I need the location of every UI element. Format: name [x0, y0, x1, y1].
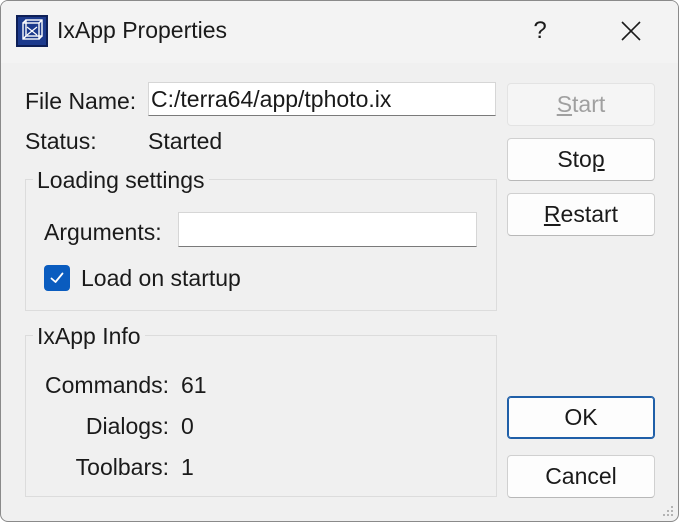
restart-label: estart: [560, 201, 619, 227]
ok-button[interactable]: OK: [507, 396, 655, 439]
ixapp-info-title: IxApp Info: [33, 322, 145, 350]
status-label: Status:: [25, 128, 97, 154]
start-label: tart: [572, 91, 606, 117]
close-icon: [621, 21, 641, 41]
restart-button[interactable]: Restart: [507, 193, 655, 236]
resize-grip-icon[interactable]: [661, 504, 675, 518]
checkmark-icon: [50, 272, 64, 283]
dialogs-label: Dialogs:: [85, 413, 169, 439]
help-button[interactable]: ?: [517, 11, 563, 51]
toolbars-label: Toolbars:: [75, 454, 169, 480]
start-button[interactable]: Start: [507, 83, 655, 126]
status-value: Started: [148, 128, 223, 154]
ixapp-logo-icon: [16, 15, 48, 47]
question-mark-icon: ?: [533, 17, 547, 44]
title-bar[interactable]: IxApp Properties ?: [1, 1, 678, 63]
properties-dialog: IxApp Properties ? File Name: Status: St…: [0, 0, 679, 522]
file-name-label: File Name:: [25, 88, 137, 114]
ok-label: OK: [564, 404, 598, 430]
commands-label: Commands:: [45, 372, 169, 398]
load-on-startup-checkbox[interactable]: [44, 265, 70, 291]
stop-label: Sto: [557, 146, 592, 172]
file-name-field[interactable]: [148, 82, 496, 116]
arguments-field[interactable]: [178, 212, 477, 247]
cancel-label: Cancel: [545, 463, 617, 489]
close-button[interactable]: [608, 11, 654, 51]
loading-settings-title: Loading settings: [33, 166, 209, 194]
restart-mnemonic: R: [543, 201, 561, 227]
load-on-startup-label[interactable]: Load on startup: [81, 264, 241, 292]
stop-mnemonic: p: [591, 146, 605, 172]
toolbars-value: 1: [181, 454, 194, 480]
commands-value: 61: [181, 372, 207, 398]
start-mnemonic: S: [556, 91, 573, 117]
arguments-label: Arguments:: [44, 219, 162, 245]
dialogs-value: 0: [181, 413, 194, 439]
dialog-title: IxApp Properties: [57, 17, 228, 43]
stop-button[interactable]: Sto p: [507, 138, 655, 181]
cancel-button[interactable]: Cancel: [507, 455, 655, 498]
